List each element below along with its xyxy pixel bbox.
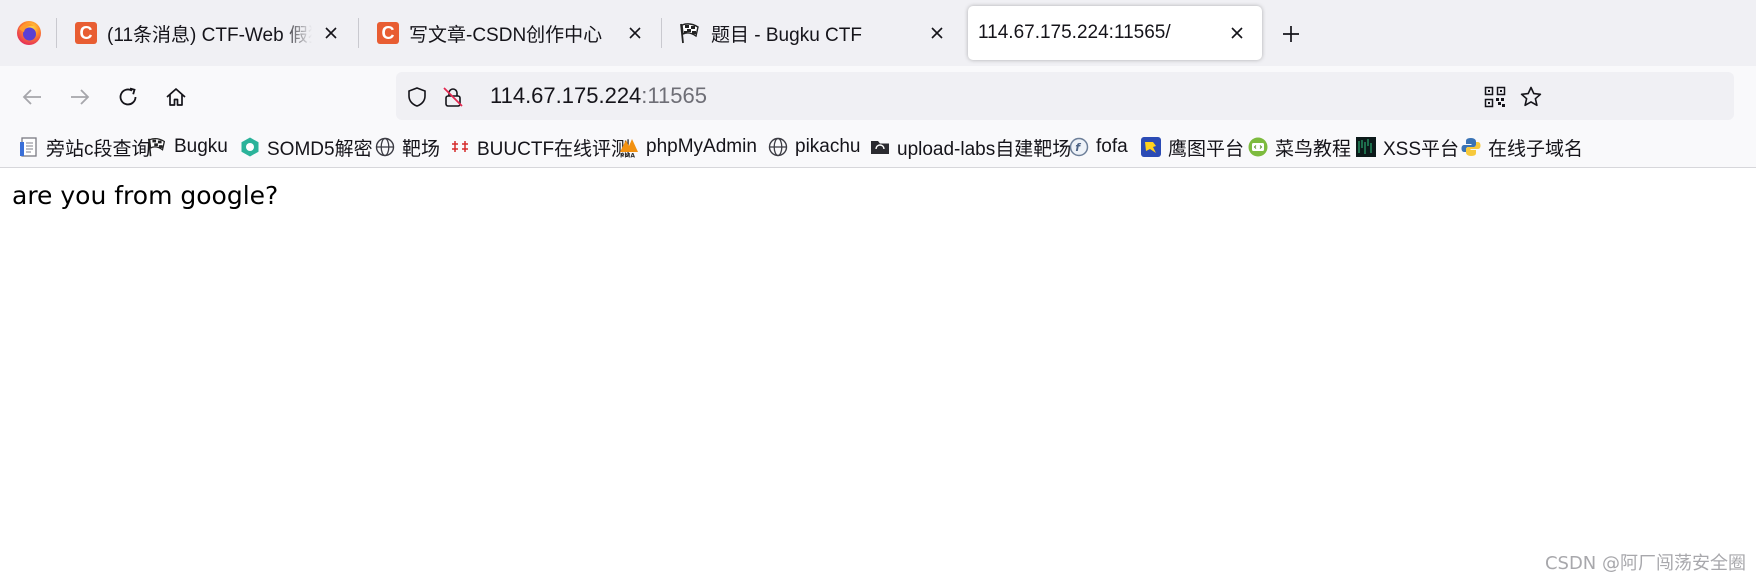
tab-csdn-editor[interactable]: C 写文章-CSDN创作中心 bbox=[358, 6, 660, 60]
firefox-menu-icon[interactable] bbox=[14, 18, 44, 48]
home-button[interactable] bbox=[161, 82, 191, 112]
bookmark-label: pikachu bbox=[795, 136, 861, 157]
bookmark-star-icon[interactable] bbox=[1518, 84, 1544, 110]
tab-title: 写文章-CSDN创作中心 bbox=[409, 24, 603, 46]
document-icon bbox=[18, 136, 40, 158]
buuctf-icon bbox=[449, 136, 471, 158]
bookmark-label: Bugku bbox=[174, 136, 228, 157]
bookmark-item[interactable]: f fofa bbox=[1068, 126, 1128, 167]
svg-text:PMA: PMA bbox=[620, 153, 635, 159]
bookmark-item[interactable]: SOMD5解密 bbox=[239, 126, 373, 167]
python-icon bbox=[1460, 136, 1482, 158]
plus-icon bbox=[1283, 26, 1299, 42]
bookmark-label: 靶场 bbox=[402, 138, 441, 160]
folder-icon bbox=[869, 136, 891, 158]
insecure-lock-icon[interactable] bbox=[440, 84, 466, 110]
runoob-icon bbox=[1247, 136, 1269, 158]
bookmark-label: fofa bbox=[1096, 136, 1128, 157]
pma-icon: PMA bbox=[618, 136, 640, 158]
bookmark-item[interactable]: 靶场 bbox=[374, 126, 441, 167]
bookmark-label: 在线子域名 bbox=[1488, 138, 1584, 160]
bookmark-item[interactable]: 旁站c段查询 bbox=[18, 126, 151, 167]
forward-button[interactable] bbox=[65, 82, 95, 112]
bookmark-item[interactable]: 鹰图平台 bbox=[1140, 126, 1245, 167]
bookmark-label: BUUCTF在线评测 bbox=[477, 138, 631, 160]
bookmark-item[interactable]: XSS平台 bbox=[1355, 126, 1460, 167]
watermark: CSDN @阿厂闯荡安全圈 bbox=[1544, 553, 1746, 574]
close-tab-icon[interactable] bbox=[926, 22, 948, 44]
reload-icon bbox=[119, 87, 137, 106]
qr-code-icon[interactable] bbox=[1482, 84, 1508, 110]
bookmarks-toolbar: 旁站c段查询 Bugku SOMD5解密 靶场 BUUCTF在线评测 PMA p… bbox=[0, 126, 1756, 168]
url-host: 114.67.175.224 bbox=[490, 83, 642, 108]
globe-icon bbox=[767, 136, 789, 158]
bookmark-item[interactable]: 在线子域名 bbox=[1460, 126, 1584, 167]
checkered-flag-icon bbox=[678, 21, 702, 45]
bookmark-item[interactable]: BUUCTF在线评测 bbox=[449, 126, 631, 167]
navigation-toolbar: 114.67.175.224:11565 bbox=[0, 66, 1756, 126]
bookmark-item[interactable]: Bugku bbox=[146, 126, 228, 167]
hunter-icon bbox=[1140, 136, 1162, 158]
tab-current-page[interactable]: 114.67.175.224:11565/ bbox=[968, 6, 1262, 60]
bookmark-item[interactable]: 菜鸟教程 bbox=[1247, 126, 1352, 167]
tab-strip: C (11条消息) CTF-Web 假猪套天 C 写文章-CSDN创作中心 bbox=[0, 0, 1756, 66]
close-tab-icon[interactable] bbox=[624, 22, 646, 44]
csdn-icon: C bbox=[376, 21, 400, 45]
back-button[interactable] bbox=[17, 82, 47, 112]
tab-title: (11条消息) CTF-Web 假猪套天 bbox=[107, 24, 312, 46]
bookmark-item[interactable]: pikachu bbox=[767, 126, 861, 167]
arrow-left-icon bbox=[22, 89, 41, 105]
bookmark-item[interactable]: PMA phpMyAdmin bbox=[618, 126, 757, 167]
tab-title: 题目 - Bugku CTF bbox=[711, 24, 862, 46]
bookmark-label: SOMD5解密 bbox=[267, 138, 373, 160]
csdn-icon: C bbox=[74, 21, 98, 45]
url-port: :11565 bbox=[641, 83, 707, 108]
reload-button[interactable] bbox=[113, 82, 143, 112]
close-tab-icon[interactable] bbox=[320, 22, 342, 44]
bookmark-label: XSS平台 bbox=[1383, 138, 1460, 160]
tab-csdn-article[interactable]: C (11条消息) CTF-Web 假猪套天 bbox=[56, 6, 356, 60]
address-bar[interactable]: 114.67.175.224:11565 bbox=[396, 72, 1734, 120]
bookmark-label: 鹰图平台 bbox=[1168, 138, 1245, 160]
tab-title: 114.67.175.224:11565/ bbox=[978, 22, 1171, 43]
page-content: are you from google? CSDN @阿厂闯荡安全圈 bbox=[0, 169, 1756, 585]
bookmark-label: phpMyAdmin bbox=[646, 136, 757, 157]
terminal-icon bbox=[1355, 136, 1377, 158]
shield-icon[interactable] bbox=[404, 84, 430, 110]
close-tab-icon[interactable] bbox=[1226, 22, 1248, 44]
tab-bugku[interactable]: 题目 - Bugku CTF bbox=[660, 6, 962, 60]
url-text[interactable]: 114.67.175.224:11565 bbox=[490, 72, 707, 120]
new-tab-button[interactable] bbox=[1276, 19, 1306, 49]
bookmark-item[interactable]: upload-labs自建靶场 bbox=[869, 126, 1072, 167]
bookmark-label: 菜鸟教程 bbox=[1275, 138, 1352, 160]
fofa-icon: f bbox=[1068, 136, 1090, 158]
home-icon bbox=[166, 88, 186, 106]
page-message: are you from google? bbox=[12, 181, 279, 210]
bookmark-label: upload-labs自建靶场 bbox=[897, 138, 1072, 160]
arrow-right-icon bbox=[71, 89, 90, 105]
globe-icon bbox=[374, 136, 396, 158]
bookmark-label: 旁站c段查询 bbox=[46, 138, 151, 160]
somd5-icon bbox=[239, 136, 261, 158]
checkered-flag-icon bbox=[146, 136, 168, 158]
